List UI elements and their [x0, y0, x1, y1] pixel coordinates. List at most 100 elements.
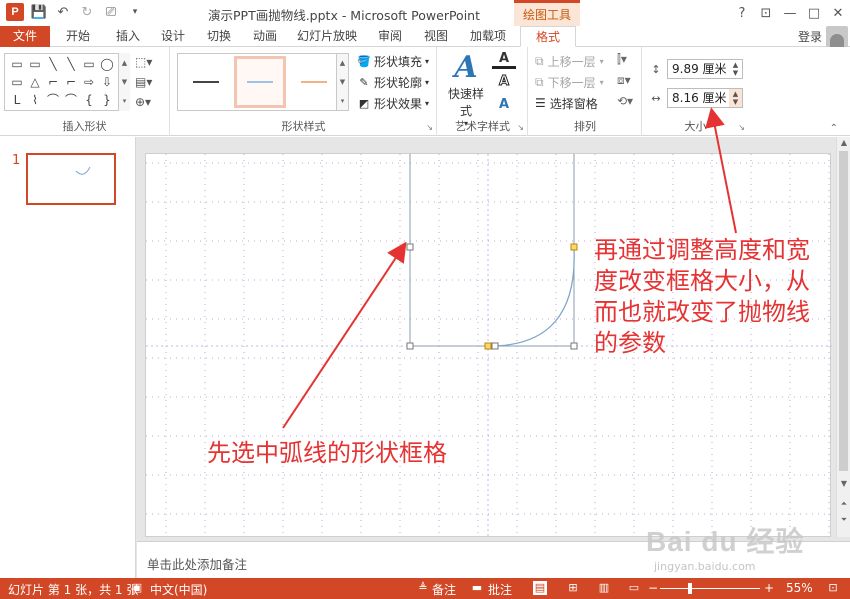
zoom-out-icon[interactable]: − — [648, 581, 658, 595]
save-icon[interactable]: 💾 — [30, 3, 48, 21]
shape-arc[interactable]: ⌒ — [44, 91, 62, 109]
shape-curve[interactable]: ⌒ — [62, 91, 80, 109]
shape-right-brace[interactable]: } — [98, 91, 116, 109]
tab-format[interactable]: 格式 — [520, 26, 576, 47]
present-icon[interactable]: ⎚ — [102, 3, 120, 21]
shape-textbox[interactable]: ▭ — [8, 55, 26, 73]
edit-shape-icon[interactable]: ⬚▾ — [135, 53, 163, 71]
tab-animations[interactable]: 动画 — [245, 26, 285, 47]
shape-style-gallery[interactable]: ▲ ▼ ▾ — [177, 53, 349, 111]
height-spinner[interactable]: ▲ ▼ — [729, 60, 742, 78]
selection-pane-button[interactable]: ☰ 选择窗格 — [535, 94, 598, 112]
shape-outline-button[interactable]: ✎ 形状轮廓 ▾ — [357, 73, 429, 91]
zoom-level[interactable]: 55% — [786, 581, 813, 595]
minimize-icon[interactable]: — — [778, 0, 802, 26]
language[interactable]: 中文(中国) — [150, 581, 207, 598]
resize-handle-left[interactable] — [406, 243, 414, 251]
tab-home[interactable]: 开始 — [58, 26, 98, 47]
arc-shape[interactable] — [489, 248, 575, 347]
shape-oval[interactable]: ◯ — [98, 55, 116, 73]
shape-fill-button[interactable]: 🪣 形状填充 ▾ — [357, 52, 429, 70]
shape-rounded-rectangle[interactable]: ▭ — [8, 73, 26, 91]
tab-transitions[interactable]: 切换 — [199, 26, 239, 47]
shape-triangle[interactable]: △ — [26, 73, 44, 91]
tab-addins[interactable]: 加载项 — [463, 26, 513, 47]
merge-shapes-icon[interactable]: ⊕▾ — [135, 93, 163, 111]
shape-scribble[interactable]: ⌇ — [26, 91, 44, 109]
notes-toggle[interactable]: 备注 — [432, 581, 456, 598]
width-input[interactable]: 8.16 厘米 ▲ ▼ — [667, 88, 743, 108]
tab-view[interactable]: 视图 — [416, 26, 456, 47]
shape-arrow-line[interactable]: ╲ — [62, 55, 80, 73]
slideshow-icon[interactable]: ▭ — [627, 581, 641, 595]
tab-design[interactable]: 设计 — [153, 26, 193, 47]
shape-left-brace[interactable]: { — [80, 91, 98, 109]
shape-elbow-arrow[interactable]: ⌐ — [62, 73, 80, 91]
scroll-up-icon[interactable]: ▲ — [837, 138, 850, 147]
scroll-thumb[interactable] — [839, 151, 848, 471]
dialog-launcher-icon[interactable]: ↘ — [517, 123, 524, 132]
close-icon[interactable]: ✕ — [826, 0, 850, 26]
fit-slide-icon[interactable]: ⊡ — [826, 581, 840, 595]
redo-icon[interactable]: ↻ — [78, 3, 96, 21]
style-blue-line[interactable] — [234, 56, 286, 108]
zoom-in-icon[interactable]: + — [764, 581, 774, 595]
spellcheck-icon[interactable]: ▣ — [130, 581, 144, 595]
comments-toggle[interactable]: 批注 — [488, 581, 512, 598]
customize-icon[interactable]: ▾ — [126, 3, 144, 21]
resize-handle-bottom-right[interactable] — [570, 342, 578, 350]
effects-icon: ◩ — [358, 96, 370, 110]
style-dark-line[interactable] — [180, 56, 232, 108]
style-orange-line[interactable] — [288, 56, 340, 108]
help-icon[interactable]: ? — [730, 0, 754, 26]
login-link[interactable]: 登录 — [798, 28, 822, 45]
adjust-handle-end[interactable] — [570, 243, 578, 251]
shape-effects-button[interactable]: ◩ 形状效果 ▾ — [357, 94, 429, 112]
shapes-gallery-scroll[interactable]: ▲ ▼ ▾ — [118, 53, 130, 111]
scroll-down-icon[interactable]: ▼ — [837, 479, 850, 488]
ribbon-display-icon[interactable]: ⊡ — [754, 0, 778, 26]
prev-slide-icon[interactable]: ⏶ — [837, 499, 850, 509]
undo-icon[interactable]: ↶ — [54, 3, 72, 21]
selection-frame[interactable] — [409, 145, 575, 347]
dialog-launcher-icon[interactable]: ↘ — [738, 123, 745, 132]
bring-forward-button[interactable]: ⧉ 上移一层 ▾ — [535, 52, 604, 70]
maximize-icon[interactable]: □ — [802, 0, 826, 26]
quick-styles-button[interactable]: A 快速样式 ▾ — [444, 51, 488, 129]
text-outline-icon[interactable]: A — [492, 74, 516, 92]
collapse-ribbon-icon[interactable]: ⌃ — [830, 123, 838, 134]
text-fill-icon[interactable]: A — [492, 51, 516, 69]
resize-handle-bottom[interactable] — [491, 342, 499, 350]
adjust-handle-start[interactable] — [484, 342, 492, 350]
style-gallery-scroll[interactable]: ▲ ▼ ▾ — [336, 54, 348, 110]
slide-thumbnail[interactable] — [26, 153, 116, 205]
shape-down-arrow[interactable]: ⇩ — [98, 73, 116, 91]
tab-review[interactable]: 审阅 — [370, 26, 410, 47]
normal-view-icon[interactable]: ▤ — [533, 581, 547, 595]
tab-file[interactable]: 文件 — [0, 26, 50, 47]
shape-elbow-connector[interactable]: ⌐ — [44, 73, 62, 91]
height-input[interactable]: 9.89 厘米 ▲ ▼ — [667, 59, 743, 79]
avatar[interactable] — [826, 26, 848, 48]
shape-vertical-textbox[interactable]: ▭ — [26, 55, 44, 73]
shape-rectangle[interactable]: ▭ — [80, 55, 98, 73]
textbox-icon[interactable]: ▤▾ — [135, 73, 163, 91]
tab-insert[interactable]: 插入 — [108, 26, 148, 47]
zoom-slider[interactable] — [660, 588, 760, 589]
shape-right-arrow[interactable]: ⇨ — [80, 73, 98, 91]
width-spinner[interactable]: ▲ ▼ — [729, 89, 742, 107]
text-effects-icon[interactable]: A — [492, 97, 516, 115]
vertical-scrollbar[interactable]: ▲ ▼ ⏶ ⏷ — [836, 137, 850, 537]
tab-slideshow[interactable]: 幻灯片放映 — [292, 26, 362, 47]
zoom-slider-knob[interactable] — [688, 583, 692, 594]
shapes-gallery[interactable]: ▭ ▭ ╲ ╲ ▭ ◯ ▭ △ ⌐ ⌐ ⇨ ⇩ ᒪ ⌇ ⌒ ⌒ { } — [4, 53, 130, 111]
slide-canvas[interactable] — [145, 142, 832, 538]
slide-sorter-icon[interactable]: ⊞ — [566, 581, 580, 595]
dialog-launcher-icon[interactable]: ↘ — [426, 123, 433, 132]
next-slide-icon[interactable]: ⏷ — [837, 515, 850, 525]
shape-freeform[interactable]: ᒪ — [8, 91, 26, 109]
reading-view-icon[interactable]: ▥ — [597, 581, 611, 595]
shape-line[interactable]: ╲ — [44, 55, 62, 73]
send-backward-button[interactable]: ⧉ 下移一层 ▾ — [535, 73, 604, 91]
resize-handle-bottom-left[interactable] — [406, 342, 414, 350]
